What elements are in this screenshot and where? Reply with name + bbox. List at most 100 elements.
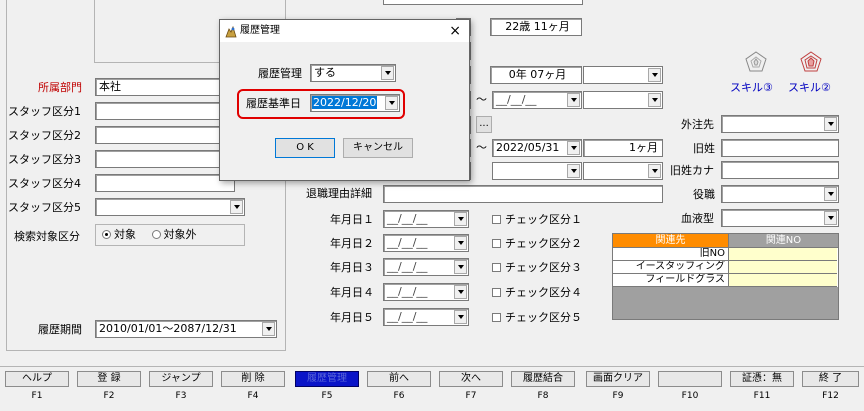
checkbox-icon — [492, 288, 501, 297]
resign-detail-field[interactable] — [383, 185, 663, 203]
dialog-titlebar[interactable]: 履歴管理 × — [220, 20, 469, 42]
chevron-down-icon[interactable] — [567, 93, 580, 107]
date-range-start[interactable]: __/__/__ — [492, 91, 582, 109]
check-row[interactable]: チェック区分２ — [492, 236, 582, 252]
range-select[interactable] — [583, 91, 663, 109]
skill2-label[interactable]: スキル② — [788, 80, 831, 96]
check-row[interactable]: チェック区分５ — [492, 310, 582, 326]
chevron-down-icon[interactable] — [648, 68, 661, 82]
table-row[interactable]: フィールドグラス — [613, 274, 838, 287]
fkey-6[interactable]: 前へ — [367, 371, 431, 387]
check-row[interactable]: チェック区分４ — [492, 285, 582, 301]
blood-select[interactable] — [721, 209, 839, 227]
position-label: 役職 — [693, 188, 715, 201]
chevron-down-icon[interactable] — [385, 96, 398, 110]
chevron-down-icon[interactable] — [230, 200, 243, 214]
resign-detail-label: 退職理由詳細 — [306, 187, 372, 200]
chevron-down-icon[interactable] — [648, 164, 661, 178]
base-date-value: 2022/12/20 — [312, 96, 378, 109]
fkey-11[interactable]: 証憑：無 — [730, 371, 794, 387]
staff2-field[interactable] — [95, 126, 235, 144]
fkey-9[interactable]: 画面クリア — [586, 371, 650, 387]
date-row-select[interactable]: __/__/__ — [383, 258, 469, 276]
base-date-select[interactable]: 2022/12/20 — [310, 94, 400, 112]
related-table: 関連先 関連NO 旧NO イースタッフィング フィールドグラス — [612, 233, 839, 320]
skill2-radar-icon[interactable] — [799, 50, 823, 77]
chevron-down-icon[interactable] — [567, 164, 580, 178]
fkey-1[interactable]: ヘルプ — [5, 371, 69, 387]
radio-target[interactable]: 対象 — [102, 228, 136, 241]
chevron-down-icon[interactable] — [454, 236, 467, 250]
checkbox-icon — [492, 263, 501, 272]
old-name-label: 旧姓 — [693, 142, 715, 155]
staff1-label: スタッフ区分1 — [8, 105, 81, 118]
table-row[interactable]: 旧NO — [613, 248, 838, 261]
chevron-down-icon[interactable] — [648, 93, 661, 107]
fkey-3[interactable]: ジャンプ — [149, 371, 213, 387]
mid-select-8[interactable] — [492, 162, 582, 180]
department-field[interactable]: 本社 — [95, 78, 235, 96]
fkey-11-name: F11 — [753, 391, 771, 401]
position-select[interactable] — [721, 185, 839, 203]
date-row-select[interactable]: __/__/__ — [383, 234, 469, 252]
fkey-4-name: F4 — [247, 391, 259, 401]
check-row[interactable]: チェック区分１ — [492, 212, 582, 228]
ellipsis-button[interactable]: ... — [476, 116, 492, 133]
fkey-8[interactable]: 履歴結合 — [511, 371, 575, 387]
check-row[interactable]: チェック区分３ — [492, 260, 582, 276]
tenure-select[interactable] — [583, 66, 663, 84]
skill3-radar-icon[interactable] — [744, 50, 768, 77]
end-date-select[interactable]: 2022/05/31 — [492, 139, 582, 157]
history-mode-select[interactable]: する — [310, 64, 396, 82]
fkey-2[interactable]: 登 録 — [77, 371, 141, 387]
staff4-field[interactable] — [95, 174, 235, 192]
chevron-down-icon[interactable] — [454, 285, 467, 299]
chevron-down-icon[interactable] — [262, 322, 275, 336]
fkey-12[interactable]: 終 了 — [802, 371, 859, 387]
table-row[interactable]: イースタッフィング — [613, 261, 838, 274]
old-name-kana-field[interactable] — [721, 161, 839, 179]
close-icon[interactable]: × — [449, 20, 461, 42]
staff1-field[interactable] — [95, 102, 235, 120]
chevron-down-icon[interactable] — [824, 211, 837, 225]
chevron-down-icon[interactable] — [454, 212, 467, 226]
date-row-select[interactable]: __/__/__ — [383, 308, 469, 326]
checkbox-icon — [492, 313, 501, 322]
chevron-down-icon[interactable] — [824, 187, 837, 201]
fkey-5[interactable]: 履歴管理 — [295, 371, 359, 387]
period-label: 履歴期間 — [38, 323, 82, 336]
staff5-select[interactable] — [95, 198, 245, 216]
chevron-down-icon[interactable] — [454, 310, 467, 324]
fkey-1-name: F1 — [31, 391, 43, 401]
old-name-field[interactable] — [721, 139, 839, 157]
mid-select-9[interactable] — [583, 162, 663, 180]
radio-icon — [102, 230, 111, 239]
history-dialog: 履歴管理 × 履歴管理 する 履歴基準日 2022/12/20 O K キャンセ… — [219, 19, 470, 181]
staff3-field[interactable] — [95, 150, 235, 168]
period-select[interactable]: 2010/01/01〜2087/12/31 — [95, 320, 277, 338]
blood-label: 血液型 — [681, 212, 714, 225]
date-row-select[interactable]: __/__/__ — [383, 210, 469, 228]
history-mode-value: する — [314, 66, 336, 79]
radio-excluded[interactable]: 対象外 — [151, 228, 197, 241]
fkey-4[interactable]: 削 除 — [221, 371, 285, 387]
date-row-select[interactable]: __/__/__ — [383, 283, 469, 301]
ok-button[interactable]: O K — [275, 138, 335, 158]
fkey-10[interactable] — [658, 371, 722, 387]
cancel-button[interactable]: キャンセル — [343, 138, 413, 158]
chevron-down-icon[interactable] — [567, 141, 580, 155]
outsource-select[interactable] — [721, 115, 839, 133]
search-target-label: 検索対象区分 — [14, 230, 80, 243]
staff5-label: スタッフ区分5 — [8, 201, 81, 214]
app-icon — [225, 25, 237, 47]
chevron-down-icon[interactable] — [454, 260, 467, 274]
chevron-down-icon[interactable] — [824, 117, 837, 131]
date-row-label: 年月日１ — [330, 213, 374, 226]
chevron-down-icon[interactable] — [381, 66, 394, 80]
months-field: 1ヶ月 — [583, 139, 663, 157]
fkey-7[interactable]: 次へ — [439, 371, 503, 387]
date-row-label: 年月日４ — [330, 286, 374, 299]
skill3-label[interactable]: スキル③ — [730, 80, 773, 96]
end-date-value: 2022/05/31 — [496, 141, 560, 154]
staff3-label: スタッフ区分3 — [8, 153, 81, 166]
